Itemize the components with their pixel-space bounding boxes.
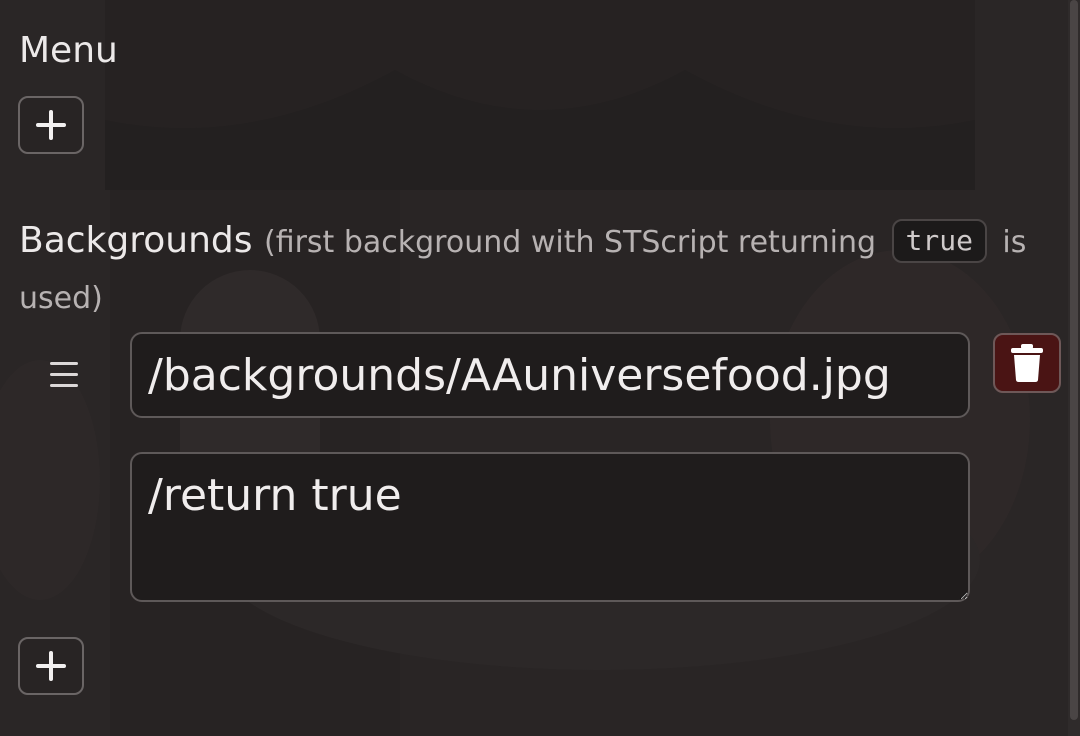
code-chip-true: true [891,219,987,263]
backgrounds-heading: Backgrounds (first background with STScr… [19,214,1049,326]
add-background-button[interactable] [18,637,84,695]
plus-icon [36,651,66,681]
background-script-textarea[interactable]: /return true [130,452,970,602]
delete-background-button[interactable] [993,333,1061,393]
settings-panel: Menu Backgrounds (first background with … [0,0,1068,736]
menu-section-title: Menu [19,30,118,71]
plus-icon [36,110,66,140]
backgrounds-hint-before: (first background with STScript returnin… [263,225,877,260]
trash-icon [1011,344,1043,382]
background-path-input[interactable] [130,332,970,418]
hamburger-icon[interactable] [48,358,80,392]
scrollbar-thumb[interactable] [1070,0,1078,720]
add-menu-item-button[interactable] [18,96,84,154]
scrollbar[interactable] [1068,0,1080,736]
backgrounds-section-title: Backgrounds [19,220,253,261]
